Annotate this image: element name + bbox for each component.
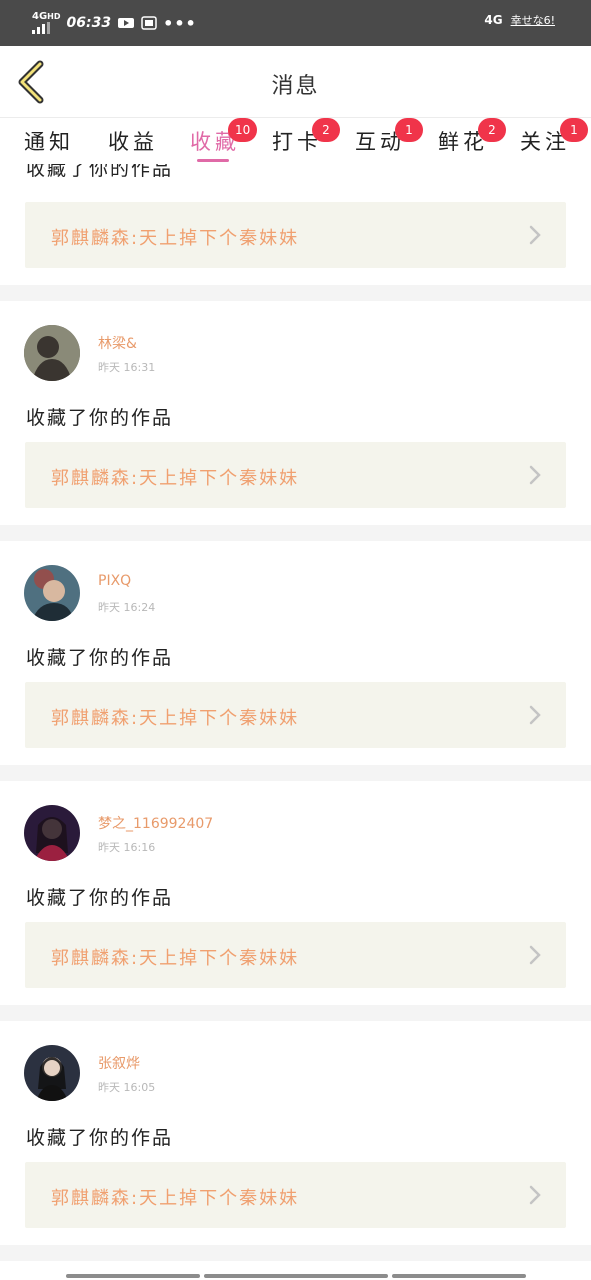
tab-flowers[interactable]: 鲜花 2 (438, 118, 506, 156)
action-text: 收藏了你的作品 (26, 887, 174, 909)
tab-label: 通知 (24, 130, 74, 154)
tab-favorites[interactable]: 收藏 10 (190, 118, 258, 156)
gesture-segment (392, 1274, 526, 1278)
separator (0, 1245, 591, 1261)
work-title: 郭麒麟森:天上掉下个秦妹妹 (51, 948, 300, 969)
network-right: 4G (484, 13, 503, 27)
timestamp: 昨天 16:24 (98, 601, 156, 614)
unread-badge: 2 (478, 118, 506, 142)
speed-indicator: 幸せな6! (510, 14, 555, 27)
chevron-right-icon (529, 945, 541, 965)
tab-label: 收益 (108, 130, 158, 154)
more-dots-icon: ••• (163, 13, 197, 33)
gesture-segment (204, 1274, 388, 1278)
message-list[interactable]: 收藏了你的作品 郭麒麟森:天上掉下个秦妹妹 林梁& 昨天 16:31 收藏了你的… (0, 164, 591, 1264)
work-title: 郭麒麟森:天上掉下个秦妹妹 (51, 1188, 300, 1209)
chevron-right-icon (529, 225, 541, 245)
tab-checkin[interactable]: 打卡 2 (272, 118, 340, 156)
work-title: 郭麒麟森:天上掉下个秦妹妹 (51, 228, 300, 249)
chevron-right-icon (529, 465, 541, 485)
action-text: 收藏了你的作品 (26, 647, 174, 669)
chevron-right-icon (529, 705, 541, 725)
separator (0, 1005, 591, 1021)
work-title: 郭麒麟森:天上掉下个秦妹妹 (51, 708, 300, 729)
tab-bar: 通知 收益 收藏 10 打卡 2 互动 1 鲜花 2 关注 1 (0, 118, 591, 164)
work-card[interactable]: 郭麒麟森:天上掉下个秦妹妹 (25, 442, 566, 508)
avatar-image (24, 805, 80, 861)
status-right: 4G 幸せな6! (484, 12, 555, 28)
unread-badge: 10 (228, 118, 258, 142)
network-indicator: 4GHD (32, 12, 61, 34)
user-name[interactable]: 张叙烨 (98, 1053, 140, 1073)
tab-earnings[interactable]: 收益 (108, 126, 158, 156)
unread-badge: 1 (395, 118, 423, 142)
tab-interact[interactable]: 互动 1 (355, 118, 423, 156)
user-name[interactable]: 梦之_116992407 (98, 813, 213, 833)
separator (0, 285, 591, 301)
clock: 06:33 (66, 15, 112, 31)
tab-follow[interactable]: 关注 1 (520, 118, 588, 156)
action-text: 收藏了你的作品 (26, 407, 174, 429)
video-icon (118, 18, 135, 28)
tab-notify[interactable]: 通知 (24, 126, 74, 156)
unread-badge: 2 (312, 118, 340, 142)
signal-icon (32, 22, 61, 34)
avatar[interactable] (24, 805, 80, 861)
avatar[interactable] (24, 1045, 80, 1101)
user-name[interactable]: 林梁& (98, 333, 137, 353)
status-left: 4GHD 06:33 ••• (32, 12, 197, 34)
page-title: 消息 (271, 74, 320, 99)
work-card[interactable]: 郭麒麟森:天上掉下个秦妹妹 (25, 682, 566, 748)
user-name[interactable]: PIXQ (98, 573, 131, 589)
timestamp: 昨天 16:05 (98, 1081, 156, 1094)
work-card[interactable]: 郭麒麟森:天上掉下个秦妹妹 (25, 1162, 566, 1228)
timestamp: 昨天 16:31 (98, 361, 156, 374)
avatar-image (24, 1045, 80, 1101)
app-icon (141, 16, 157, 30)
timestamp: 昨天 16:16 (98, 841, 156, 854)
avatar-image (24, 325, 80, 381)
avatar[interactable] (24, 325, 80, 381)
chevron-right-icon (529, 1185, 541, 1205)
active-tab-indicator (197, 159, 229, 162)
gesture-segment (66, 1274, 200, 1278)
header: 消息 (0, 46, 591, 118)
work-card[interactable]: 郭麒麟森:天上掉下个秦妹妹 (25, 922, 566, 988)
action-text: 收藏了你的作品 (26, 1127, 174, 1149)
unread-badge: 1 (560, 118, 588, 142)
avatar-image (24, 565, 80, 621)
separator (0, 765, 591, 781)
work-title: 郭麒麟森:天上掉下个秦妹妹 (51, 468, 300, 489)
nav-gesture-bar (0, 1264, 591, 1280)
work-card[interactable]: 郭麒麟森:天上掉下个秦妹妹 (25, 202, 566, 268)
action-text: 收藏了你的作品 (26, 164, 174, 180)
separator (0, 525, 591, 541)
status-bar: 4GHD 06:33 ••• 4G 幸せな6! (0, 0, 591, 46)
avatar[interactable] (24, 565, 80, 621)
